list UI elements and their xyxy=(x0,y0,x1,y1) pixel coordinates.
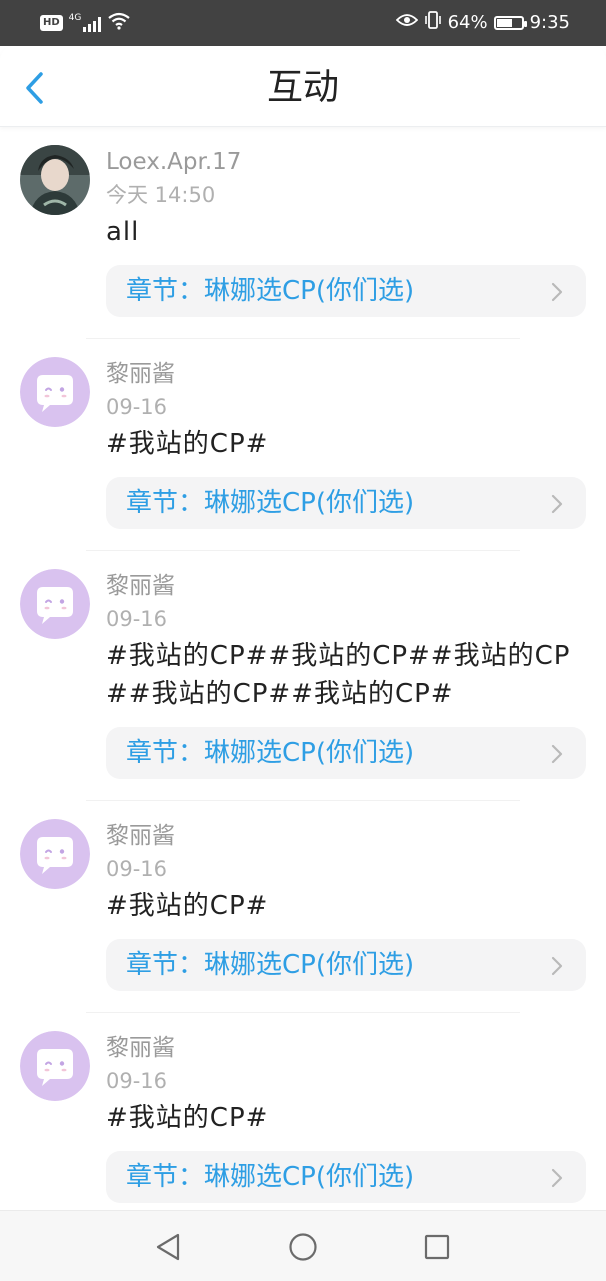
item-body: 黎丽酱 09-16 #我站的CP##我站的CP##我站的CP##我站的CP##我… xyxy=(106,569,586,779)
username[interactable]: 黎丽酱 xyxy=(106,569,586,603)
status-right: 64% 9:35 xyxy=(395,11,570,34)
signal-icon: 4G xyxy=(69,14,102,32)
username[interactable]: 黎丽酱 xyxy=(106,357,586,391)
avatar-default[interactable] xyxy=(20,569,90,639)
feed-item: 黎丽酱 09-16 #我站的CP# 章节： 琳娜选CP(你们选) xyxy=(0,339,606,551)
chapter-link[interactable]: 章节： 琳娜选CP(你们选) xyxy=(106,1151,586,1203)
avatar-default[interactable] xyxy=(20,1031,90,1101)
chapter-title: 琳娜选CP(你们选) xyxy=(204,488,415,518)
timestamp: 09-16 xyxy=(106,607,168,631)
item-body: 黎丽酱 09-16 #我站的CP# 章节： 琳娜选CP(你们选) xyxy=(106,357,586,529)
timestamp: 今天 14:50 xyxy=(106,183,216,207)
comment-text: all xyxy=(106,217,140,247)
avatar-default[interactable] xyxy=(20,357,90,427)
comment-text: #我站的CP# xyxy=(106,1103,269,1133)
comment-text: #我站的CP# xyxy=(106,891,269,921)
home-circle-icon xyxy=(289,1233,317,1261)
battery-text: 64% xyxy=(447,12,488,33)
item-body: Loex.Apr.17 今天 14:50 all 章节： 琳娜选CP(你们选) xyxy=(106,145,586,317)
interaction-feed: Loex.Apr.17 今天 14:50 all 章节： 琳娜选CP(你们选) … xyxy=(0,127,606,1210)
comment-text: #我站的CP##我站的CP##我站的CP##我站的CP##我站的CP# xyxy=(106,641,571,709)
feed-item: Loex.Apr.17 今天 14:50 all 章节： 琳娜选CP(你们选) xyxy=(0,127,606,339)
status-bar: HD 4G 64% 9:35 xyxy=(0,0,606,46)
nav-back-button[interactable] xyxy=(152,1231,184,1263)
avatar-photo[interactable] xyxy=(20,145,90,215)
chapter-title: 琳娜选CP(你们选) xyxy=(204,1162,415,1192)
username[interactable]: 黎丽酱 xyxy=(106,819,586,853)
chapter-prefix: 章节： xyxy=(126,950,205,980)
chapter-prefix: 章节： xyxy=(126,1162,205,1192)
system-nav-bar xyxy=(0,1210,606,1281)
username[interactable]: 黎丽酱 xyxy=(106,1031,586,1065)
chapter-title: 琳娜选CP(你们选) xyxy=(204,276,415,306)
chapter-link[interactable]: 章节： 琳娜选CP(你们选) xyxy=(106,727,586,779)
eye-icon xyxy=(395,12,418,33)
network-label: 4G xyxy=(68,13,82,23)
chapter-link[interactable]: 章节： 琳娜选CP(你们选) xyxy=(106,265,586,317)
comment-text: #我站的CP# xyxy=(106,429,269,459)
chevron-right-icon xyxy=(551,744,563,764)
chapter-prefix: 章节： xyxy=(126,738,205,768)
wifi-icon xyxy=(107,12,131,34)
nav-recents-button[interactable] xyxy=(421,1231,453,1263)
chevron-right-icon xyxy=(551,956,563,976)
timestamp: 09-16 xyxy=(106,395,168,419)
clock: 9:35 xyxy=(529,12,570,33)
battery-fill xyxy=(496,18,512,27)
chapter-link[interactable]: 章节： 琳娜选CP(你们选) xyxy=(106,477,586,529)
hd-icon: HD xyxy=(40,15,63,31)
feed-item: 黎丽酱 09-16 #我站的CP##我站的CP##我站的CP##我站的CP##我… xyxy=(0,551,606,801)
status-left: HD 4G xyxy=(40,12,131,34)
chevron-right-icon xyxy=(551,1168,563,1188)
timestamp: 09-16 xyxy=(106,857,168,881)
chevron-right-icon xyxy=(551,494,563,514)
timestamp: 09-16 xyxy=(106,1069,168,1093)
vibrate-icon xyxy=(424,11,442,34)
battery-icon xyxy=(493,15,527,30)
nav-home-button[interactable] xyxy=(287,1231,319,1263)
chapter-prefix: 章节： xyxy=(126,276,205,306)
chapter-title: 琳娜选CP(你们选) xyxy=(204,738,415,768)
feed-item: 黎丽酱 09-16 #我站的CP# 章节： 琳娜选CP(你们选) xyxy=(0,801,606,1013)
page-title: 互动 xyxy=(266,67,339,108)
item-body: 黎丽酱 09-16 #我站的CP# 章节： 琳娜选CP(你们选) xyxy=(106,1031,586,1203)
username[interactable]: Loex.Apr.17 xyxy=(106,145,586,179)
chevron-right-icon xyxy=(551,282,563,302)
page-header: 互动 xyxy=(0,46,606,127)
chapter-title: 琳娜选CP(你们选) xyxy=(204,950,415,980)
avatar-default[interactable] xyxy=(20,819,90,889)
recents-square-icon xyxy=(424,1234,450,1260)
back-triangle-icon xyxy=(156,1233,180,1261)
feed-item: 黎丽酱 09-16 #我站的CP# 章节： 琳娜选CP(你们选) xyxy=(0,1013,606,1210)
chapter-link[interactable]: 章节： 琳娜选CP(你们选) xyxy=(106,939,586,991)
chapter-prefix: 章节： xyxy=(126,488,205,518)
item-body: 黎丽酱 09-16 #我站的CP# 章节： 琳娜选CP(你们选) xyxy=(106,819,586,991)
